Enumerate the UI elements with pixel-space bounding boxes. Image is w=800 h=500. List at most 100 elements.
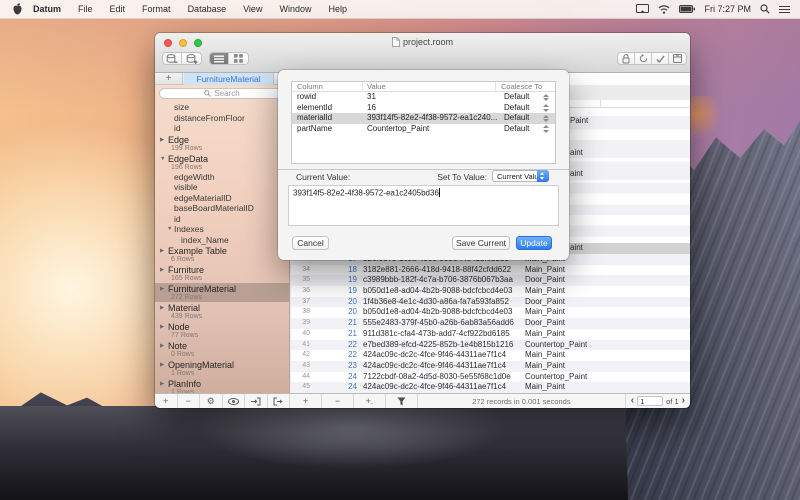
popover-row-partname[interactable]: partNameCountertop_PaintDefault (292, 124, 555, 135)
update-button[interactable]: Update (516, 236, 552, 250)
sidebar-item-edgewidth[interactable]: edgeWidth (155, 172, 289, 183)
disclosure-collapsed-icon[interactable]: ▶ (160, 248, 164, 254)
wifi-icon[interactable] (658, 5, 670, 14)
table-row[interactable]: 3820b050d1e8-ad04-4b2b-9088-bdcfcbcd4e03… (291, 307, 690, 318)
coalesce-stepper-icon[interactable] (543, 115, 550, 123)
sidebar-item-edge[interactable]: ▶Edge199 Rows (155, 134, 289, 153)
list-view-button[interactable] (210, 53, 229, 64)
disclosure-collapsed-icon[interactable]: ▶ (160, 381, 164, 387)
disclosure-expanded-icon[interactable]: ▼ (167, 224, 172, 235)
coalesce-stepper-icon[interactable] (543, 94, 550, 102)
menu-bar-clock[interactable]: Fri 7:27 PM (704, 4, 751, 14)
coalesce-stepper-icon[interactable] (543, 104, 550, 112)
sidebar-item-furniturematerial[interactable]: ▶FurnitureMaterial272 Rows (155, 283, 289, 302)
sidebar-item-size[interactable]: size (155, 102, 289, 113)
sidebar-add-button[interactable]: + (155, 394, 178, 408)
add-database-button[interactable] (182, 53, 201, 64)
table-row[interactable]: 4222424ac09c-dc2c-4fce-9f46-44311ae7f1c4… (291, 350, 690, 361)
sidebar-item-distancefromfloor[interactable]: distanceFromFloor (155, 113, 289, 124)
disclosure-expanded-icon[interactable]: ▼ (160, 156, 165, 162)
sidebar-item-id[interactable]: id (155, 123, 289, 134)
set-to-value-dropdown[interactable]: Current Value (492, 170, 549, 182)
sidebar-item-planinfo[interactable]: ▶PlanInfo1 Rows (155, 378, 289, 393)
table-row[interactable]: 4021911d381c-cfa4-473b-add7-4cf922bd6185… (291, 329, 690, 340)
apple-menu-icon[interactable] (12, 3, 23, 16)
grid-view-button[interactable] (229, 53, 248, 64)
save-current-button[interactable]: Save Current (452, 236, 510, 250)
import-icon[interactable] (245, 394, 268, 408)
table-row[interactable]: 44247122cbdf-08a2-4d5d-8030-5e55f68c1d0e… (291, 372, 690, 383)
sidebar-item-index-name[interactable]: index_Name (155, 235, 289, 246)
coalesce-stepper-icon[interactable] (543, 125, 550, 133)
add-multiple-records-button[interactable]: +. (354, 394, 386, 408)
sidebar-remove-button[interactable]: − (178, 394, 201, 408)
add-tab-button[interactable]: + (155, 73, 183, 85)
inspect-eye-icon[interactable] (223, 394, 246, 408)
remove-database-button[interactable] (163, 53, 182, 64)
delete-record-button[interactable]: − (322, 394, 354, 408)
previous-page-icon[interactable]: ‹ (631, 395, 634, 407)
next-page-icon[interactable]: › (682, 395, 685, 407)
popover-row-elementid[interactable]: elementId16Default (292, 103, 555, 114)
disclosure-collapsed-icon[interactable]: ▶ (160, 305, 164, 311)
spotlight-icon[interactable] (760, 4, 770, 14)
popover-row-rowid[interactable]: rowid31Default (292, 92, 555, 103)
display-mirroring-icon[interactable] (636, 4, 649, 14)
cell-elementid: 20 (319, 297, 357, 308)
sidebar-item-material[interactable]: ▶Material439 Rows (155, 302, 289, 321)
disclosure-collapsed-icon[interactable]: ▶ (160, 286, 164, 292)
menu-item-edit[interactable]: Edit (110, 4, 126, 14)
sidebar-search-input[interactable]: Search (159, 88, 285, 99)
table-row[interactable]: 4524424ac09c-dc2c-4fce-9f46-44311ae7f1c4… (291, 382, 690, 393)
sidebar-item-edgematerialid[interactable]: edgeMaterialID (155, 193, 289, 204)
sidebar-item-edgedata[interactable]: ▼EdgeData196 Rows (155, 153, 289, 172)
disclosure-collapsed-icon[interactable]: ▶ (160, 324, 164, 330)
tab-furniturematerial[interactable]: FurnitureMaterial (184, 73, 274, 85)
menu-item-file[interactable]: File (78, 4, 93, 14)
page-number-input[interactable] (637, 396, 663, 406)
popover-column-value: Countertop_Paint (367, 124, 497, 135)
commit-check-icon[interactable] (652, 53, 669, 64)
sidebar-item-openingmaterial[interactable]: ▶OpeningMaterial1 Rows (155, 359, 289, 378)
battery-icon[interactable] (679, 5, 695, 13)
sidebar-item-note[interactable]: ▶Note0 Rows (155, 340, 289, 359)
title-bar[interactable]: project.room (155, 33, 690, 73)
table-row[interactable]: 4122e7bed389-efcd-4225-852b-1e4b815b1216… (291, 340, 690, 351)
dropdown-stepper-icon (537, 170, 549, 182)
sidebar-item-furniture[interactable]: ▶Furniture165 Rows (155, 264, 289, 283)
table-row[interactable]: 3921555e2483-379f-45b0-a26b-6ab83a56add6… (291, 318, 690, 329)
archive-box-icon[interactable] (669, 53, 686, 64)
sidebar-item-node[interactable]: ▶Node77 Rows (155, 321, 289, 340)
sidebar-item-baseboardmaterialid[interactable]: baseBoardMaterialID (155, 203, 289, 214)
current-value-textarea[interactable]: 393f14f5-82e2-4f38-9572-ea1c2405bd36 (288, 185, 559, 226)
disclosure-collapsed-icon[interactable]: ▶ (160, 137, 164, 143)
table-row[interactable]: 4323424ac09c-dc2c-4fce-9f46-44311ae7f1c4… (291, 361, 690, 372)
sidebar-item-label: Furniture (168, 266, 289, 275)
table-row[interactable]: 37201f4b36e8-4e1c-4d30-a86a-fa7a593fa852… (291, 297, 690, 308)
table-row[interactable]: 34183182e881-2666-418d-9418-88f42cfdd622… (291, 265, 690, 276)
refresh-icon[interactable] (635, 53, 652, 64)
menu-item-window[interactable]: Window (279, 4, 311, 14)
menu-item-format[interactable]: Format (142, 4, 171, 14)
menu-item-datum[interactable]: Datum (33, 4, 61, 14)
table-row[interactable]: 3619b050d1e8-ad04-4b2b-9088-bdcfcbcd4e03… (291, 286, 690, 297)
sidebar-item-visible[interactable]: visible (155, 182, 289, 193)
sidebar-item-example-table[interactable]: ▶Example Table6 Rows (155, 245, 289, 264)
cancel-button[interactable]: Cancel (292, 236, 329, 250)
sidebar-item-id[interactable]: id (155, 214, 289, 225)
disclosure-collapsed-icon[interactable]: ▶ (160, 267, 164, 273)
export-icon[interactable] (268, 394, 291, 408)
disclosure-collapsed-icon[interactable]: ▶ (160, 362, 164, 368)
menu-item-view[interactable]: View (243, 4, 262, 14)
add-record-button[interactable]: + (290, 394, 322, 408)
sidebar-item-indexes[interactable]: ▼Indexes (155, 224, 289, 235)
filter-funnel-icon[interactable] (386, 394, 418, 408)
notification-center-icon[interactable] (779, 5, 790, 14)
sidebar-action-gear-icon[interactable]: ⚙ (200, 394, 223, 408)
menu-item-help[interactable]: Help (328, 4, 347, 14)
popover-row-materialid[interactable]: materialId393f14f5-82e2-4f38-9572-ea1c24… (292, 113, 555, 124)
lock-icon[interactable] (618, 53, 635, 64)
disclosure-collapsed-icon[interactable]: ▶ (160, 343, 164, 349)
table-row[interactable]: 3519c3989bbb-182f-4c7a-b706-3876b067b3aa… (291, 275, 690, 286)
menu-item-database[interactable]: Database (188, 4, 227, 14)
